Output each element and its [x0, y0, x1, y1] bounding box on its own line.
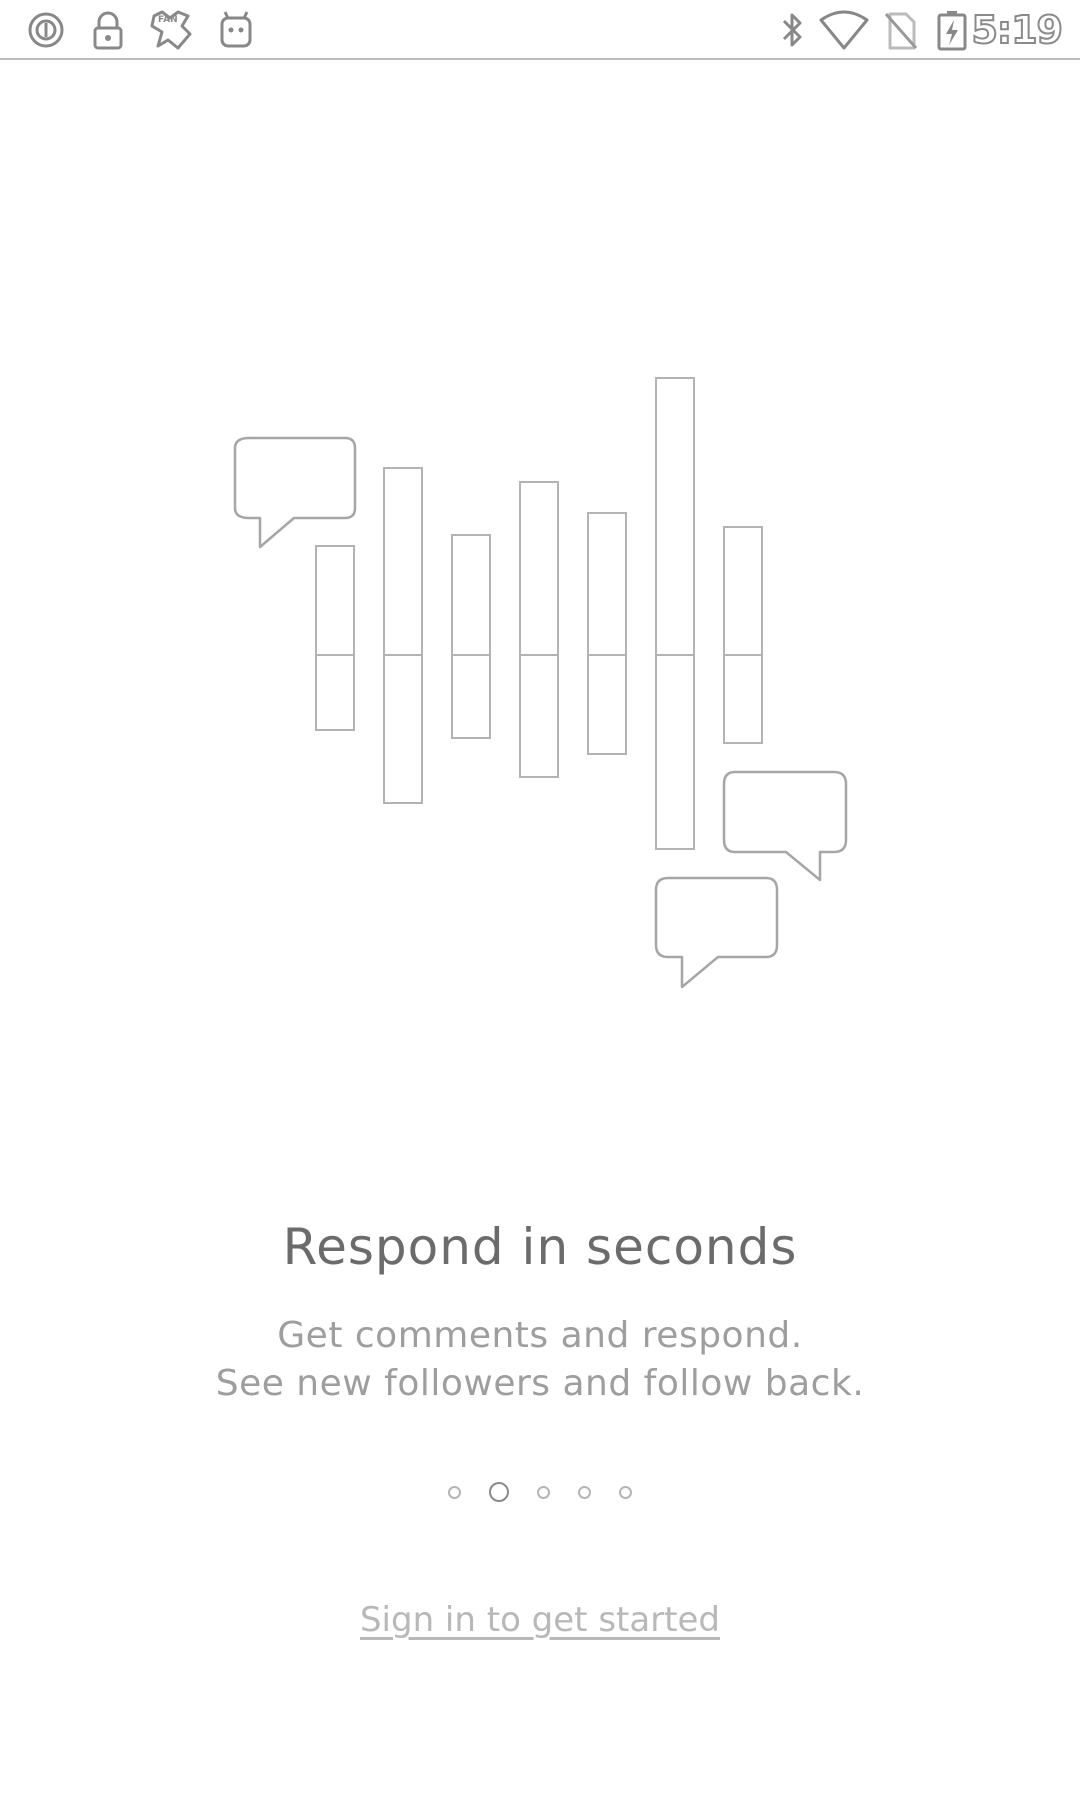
- bar-2-lower: [383, 654, 423, 804]
- bar-6-upper: [655, 377, 695, 656]
- android-icon: [214, 8, 258, 52]
- bar-3-upper: [451, 534, 491, 656]
- page-indicator: [0, 1482, 1080, 1506]
- onboarding-subtitle-line-1: Get comments and respond.: [277, 1315, 803, 1356]
- battery-charging-icon: [934, 8, 970, 52]
- bar-3-lower: [451, 654, 491, 739]
- bar-6-lower: [655, 654, 695, 850]
- onboarding-subtitle: Get comments and respond. See new follow…: [0, 1312, 1080, 1408]
- onboarding-illustration: [0, 60, 1080, 1020]
- onboarding-title: Respond in seconds: [282, 1218, 798, 1276]
- bluetooth-icon: [772, 8, 812, 52]
- bar-5-lower: [587, 654, 627, 755]
- bar-7-upper: [723, 526, 763, 656]
- page-dot-3[interactable]: [537, 1485, 550, 1499]
- page-dot-4[interactable]: [578, 1485, 591, 1499]
- page-dot-1[interactable]: [448, 1485, 461, 1499]
- lock-icon: [86, 8, 130, 52]
- sign-in-link[interactable]: Sign in to get started: [0, 1600, 1080, 1640]
- bar-1-lower: [315, 654, 355, 731]
- notification-circle-icon: [24, 8, 68, 52]
- speech-bubble-bottom: [654, 876, 779, 989]
- onboarding-subtitle-line-2: See new followers and follow back.: [215, 1363, 865, 1404]
- speech-bubble-right: [722, 770, 848, 882]
- bar-5-upper: [587, 512, 627, 656]
- speech-bubble-top-left: [233, 436, 357, 549]
- no-sim-icon: [880, 8, 920, 52]
- page-dot-2-active[interactable]: [489, 1482, 509, 1502]
- svg-text:FAN: FAN: [158, 15, 178, 25]
- bar-1-upper: [315, 545, 355, 656]
- wifi-icon: [818, 8, 870, 52]
- fan-app-icon: FAN: [148, 8, 198, 52]
- bar-2-upper: [383, 467, 423, 656]
- bar-7-lower: [723, 654, 763, 744]
- bar-4-upper: [519, 481, 559, 656]
- bar-graph-with-speech-bubbles-illustration: [233, 377, 848, 989]
- status-time: 5:19: [970, 7, 1064, 53]
- page-dot-5[interactable]: [619, 1485, 632, 1499]
- bar-4-lower: [519, 654, 559, 778]
- illustration-bars: [315, 377, 763, 850]
- status-bar: FAN 5:19: [0, 0, 1080, 60]
